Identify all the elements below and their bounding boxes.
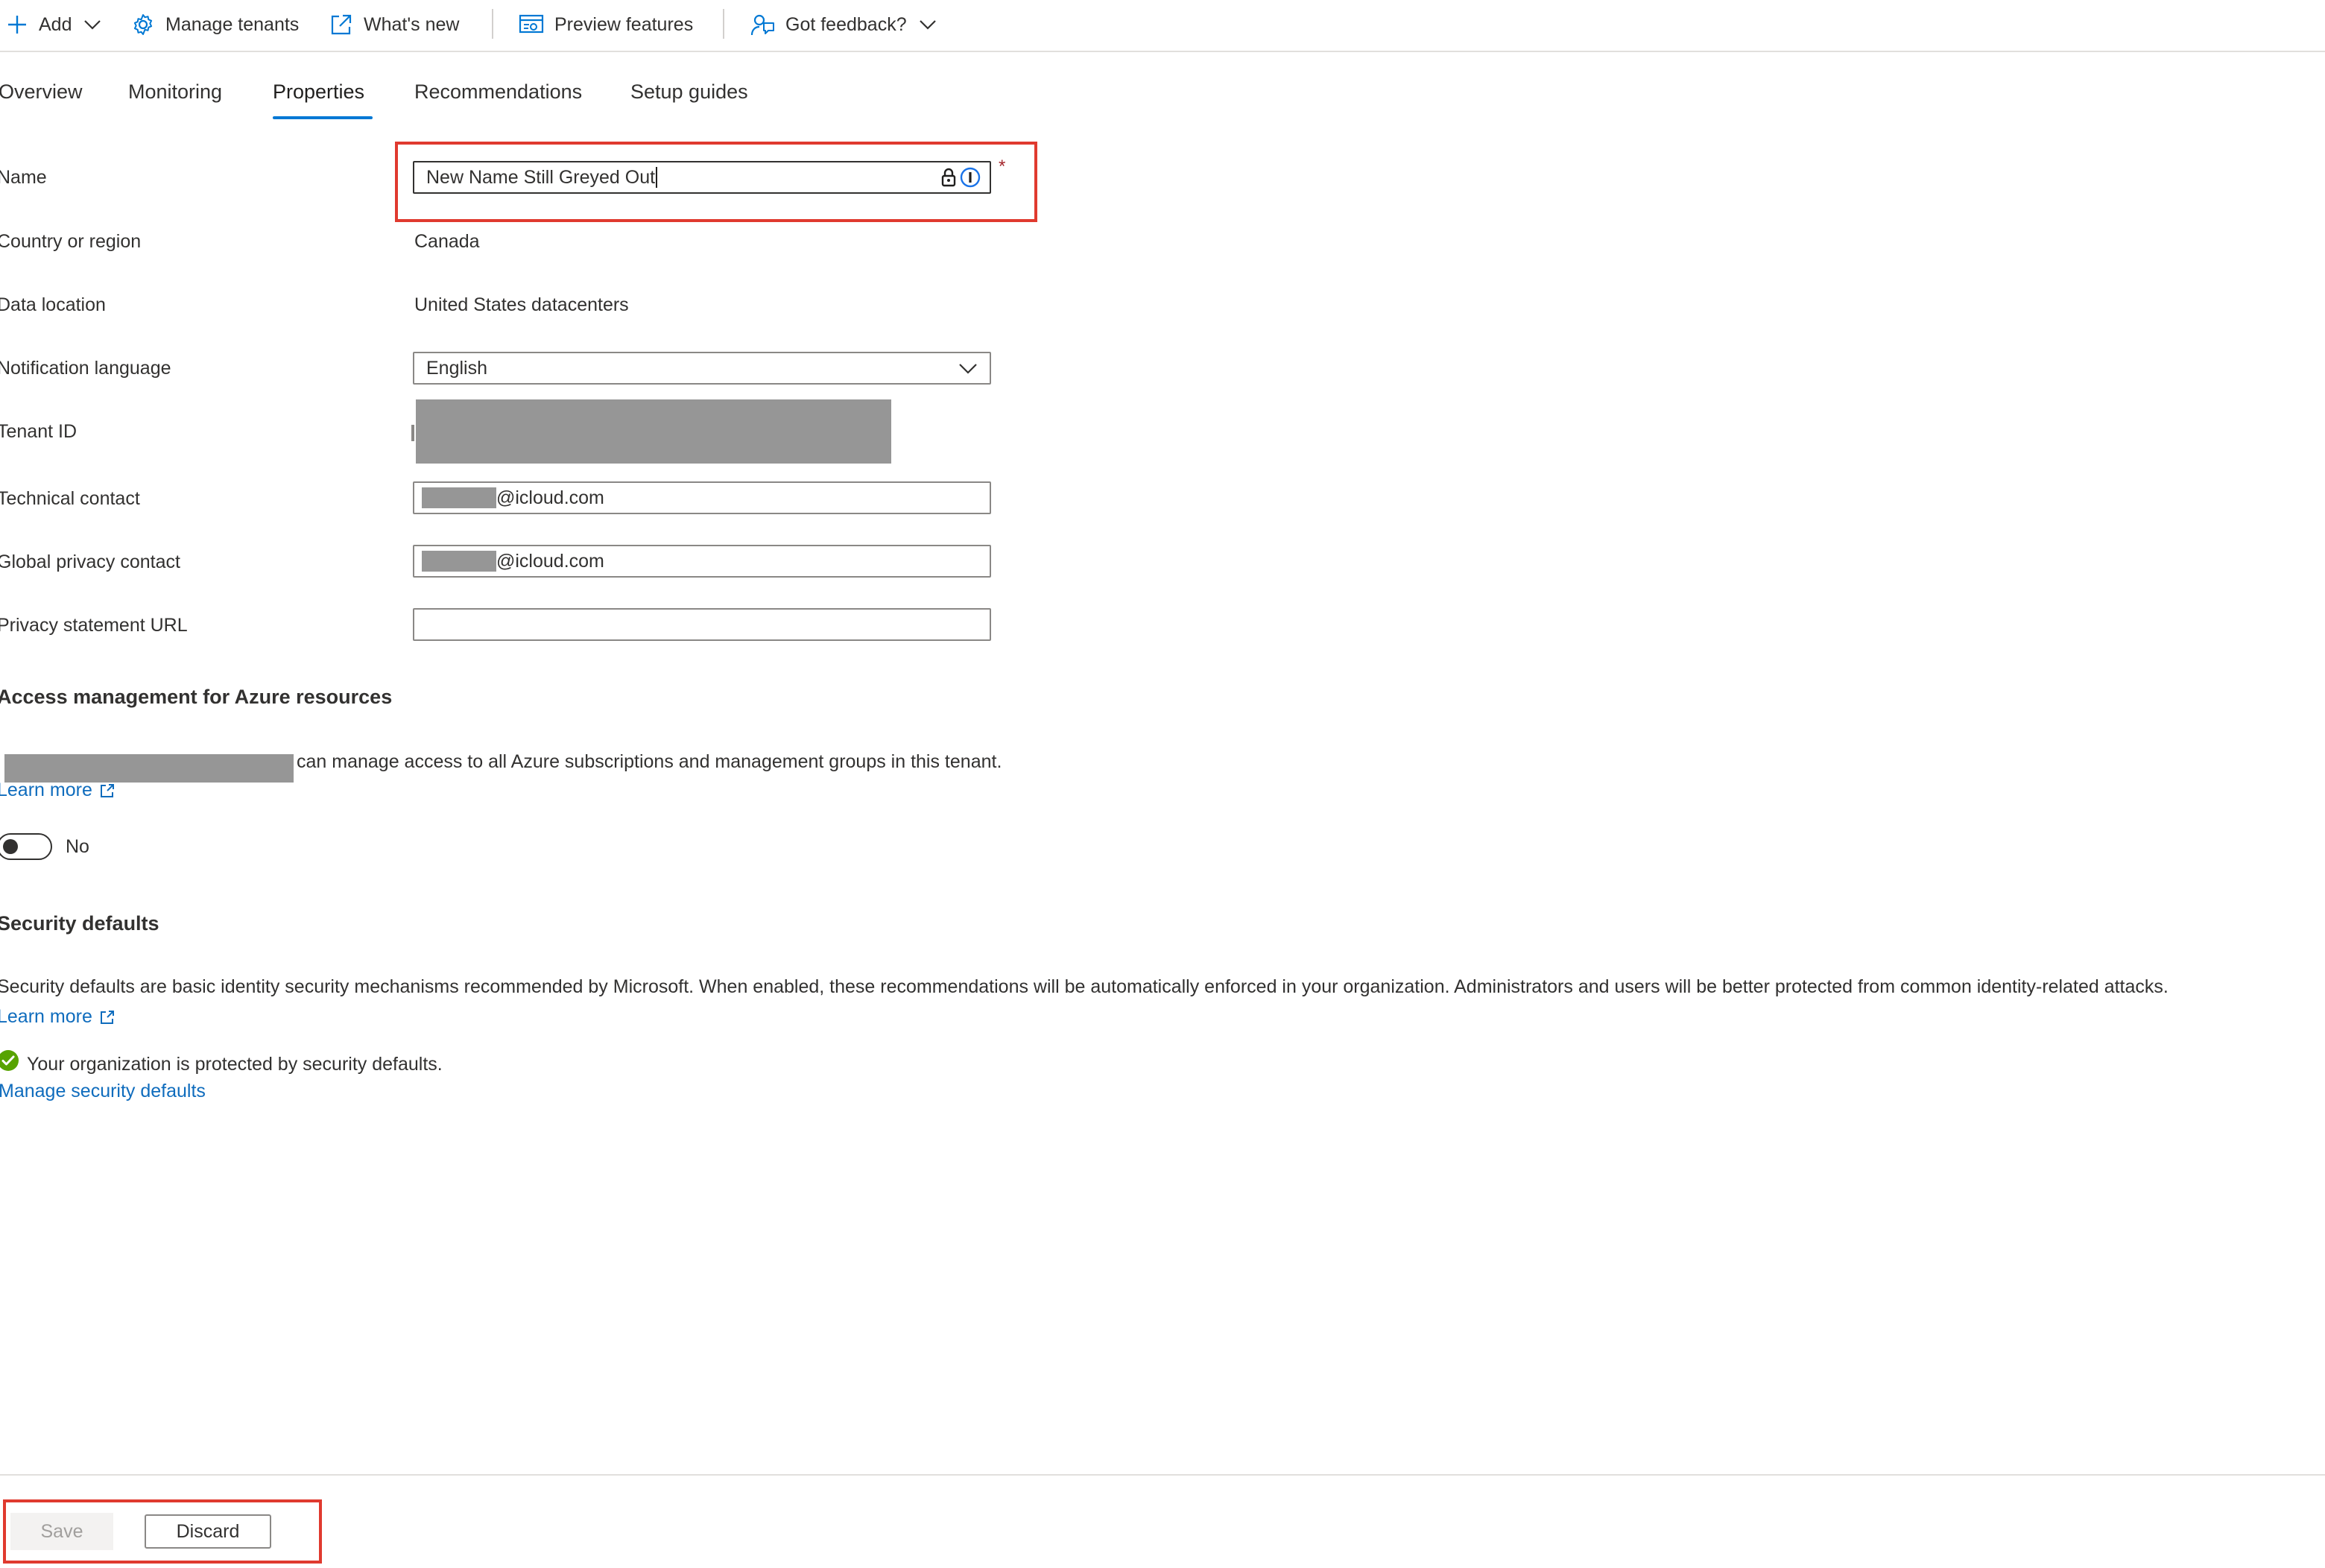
redacted-user-name	[4, 754, 294, 783]
toolbar-divider	[723, 9, 724, 39]
access-toggle-label: No	[66, 836, 89, 857]
privacy-url-field[interactable]	[413, 608, 991, 641]
data-location-value: United States datacenters	[414, 294, 629, 315]
manage-tenants-label: Manage tenants	[165, 13, 300, 35]
gear-icon	[131, 13, 155, 37]
notification-language-dropdown[interactable]: English	[413, 352, 991, 385]
whats-new-button[interactable]: What's new	[329, 0, 459, 49]
redacted-tenant-id	[416, 399, 891, 464]
add-label: Add	[39, 13, 72, 35]
name-field[interactable]: New Name Still Greyed Out	[413, 161, 991, 194]
chevron-down-icon	[958, 358, 978, 379]
text-cursor	[656, 167, 658, 188]
learn-more-text: Learn more	[0, 780, 92, 800]
password-manager-icon	[960, 167, 981, 188]
active-tab-indicator	[273, 116, 373, 119]
country-label: Country or region	[0, 231, 142, 252]
access-toggle[interactable]	[0, 833, 52, 860]
privacy-url-label: Privacy statement URL	[0, 615, 188, 636]
technical-contact-label: Technical contact	[0, 488, 140, 509]
security-defaults-description: Security defaults are basic identity sec…	[0, 976, 2169, 997]
feedback-label: Got feedback?	[785, 13, 907, 35]
privacy-contact-field[interactable]: @icloud.com	[413, 545, 991, 578]
technical-contact-field[interactable]: @icloud.com	[413, 481, 991, 514]
learn-more-text: Learn more	[0, 1006, 92, 1027]
preview-features-label: Preview features	[554, 13, 694, 35]
tab-properties[interactable]: Properties	[273, 80, 364, 104]
manage-security-defaults-link[interactable]: Manage security defaults	[0, 1081, 206, 1102]
add-button[interactable]: Add	[6, 0, 101, 49]
command-bar: Add Manage tenants What's new Preview fe…	[0, 0, 2325, 52]
tab-setup-guides[interactable]: Setup guides	[630, 80, 748, 104]
security-learn-more-link[interactable]: Learn more	[0, 1006, 115, 1028]
redacted-email-user	[422, 551, 496, 572]
footer-divider	[0, 1474, 2325, 1476]
toolbar-divider	[492, 9, 493, 39]
manage-tenants-button[interactable]: Manage tenants	[131, 0, 299, 49]
toggle-knob	[3, 839, 18, 854]
chevron-down-icon	[919, 19, 937, 31]
external-link-icon	[329, 13, 353, 37]
redacted-email-user	[422, 487, 496, 508]
preview-features-icon	[519, 13, 544, 37]
preview-features-button[interactable]: Preview features	[519, 0, 693, 49]
tab-overview[interactable]: Overview	[0, 80, 83, 104]
access-management-heading: Access management for Azure resources	[0, 686, 393, 708]
check-circle-icon	[0, 1049, 19, 1075]
access-management-description: can manage access to all Azure subscript…	[297, 751, 1002, 772]
privacy-contact-domain: @icloud.com	[496, 550, 604, 572]
data-location-label: Data location	[0, 294, 106, 315]
required-indicator: *	[999, 157, 1006, 177]
feedback-button[interactable]: Got feedback?	[750, 0, 937, 49]
country-value: Canada	[414, 231, 480, 252]
whats-new-label: What's new	[364, 13, 460, 35]
security-defaults-heading: Security defaults	[0, 912, 159, 935]
technical-contact-domain: @icloud.com	[496, 487, 604, 508]
tenant-id-fragment	[411, 425, 414, 441]
privacy-contact-label: Global privacy contact	[0, 551, 180, 572]
external-link-icon	[100, 1010, 114, 1024]
access-learn-more-link[interactable]: Learn more	[0, 780, 115, 801]
plus-icon	[6, 13, 28, 36]
lock-icon	[941, 168, 956, 187]
tenant-id-label: Tenant ID	[0, 421, 78, 442]
notification-language-label: Notification language	[0, 358, 171, 379]
feedback-icon	[750, 12, 775, 37]
security-status-text: Your organization is protected by securi…	[27, 1054, 443, 1075]
name-input-text: New Name Still Greyed Out	[426, 166, 656, 188]
chevron-down-icon	[83, 19, 101, 31]
tab-monitoring[interactable]: Monitoring	[128, 80, 222, 104]
notification-language-value: English	[426, 357, 487, 379]
name-label: Name	[0, 167, 47, 188]
password-manager-icons[interactable]	[940, 167, 981, 188]
discard-button[interactable]: Discard	[145, 1514, 271, 1549]
tab-recommendations[interactable]: Recommendations	[414, 80, 582, 104]
save-button[interactable]: Save	[10, 1513, 113, 1550]
external-link-icon	[100, 783, 114, 797]
